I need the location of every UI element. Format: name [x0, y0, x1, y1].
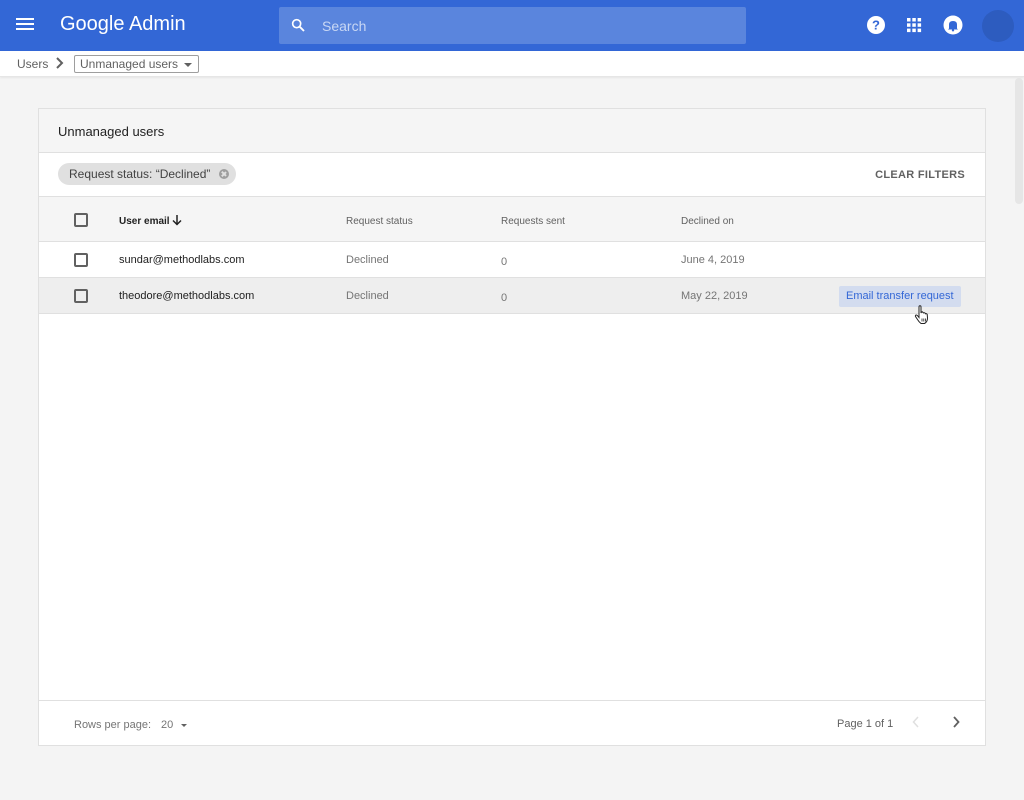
account-avatar[interactable] — [982, 10, 1014, 42]
filter-chip[interactable]: Request status: “Declined” — [58, 163, 237, 185]
table-header: User email Request status Requests sent … — [39, 197, 985, 242]
chevron-right-icon — [56, 57, 64, 69]
requests-sent: 0 — [501, 256, 508, 268]
filter-bar: Request status: “Declined” CLEAR FILTERS — [39, 153, 985, 197]
page-indicator: Page 1 of 1 — [837, 718, 894, 730]
row-checkbox[interactable] — [74, 289, 88, 303]
caret-down-icon — [184, 63, 193, 67]
app-title[interactable]: Google Admin — [60, 13, 186, 36]
sort-descending-icon[interactable] — [172, 214, 182, 226]
request-status: Declined — [346, 290, 389, 302]
rows-per-page-label: Rows per page: — [74, 719, 152, 731]
email-transfer-request-button[interactable]: Email transfer request — [839, 286, 961, 307]
apps-icon[interactable] — [904, 15, 924, 35]
column-header-requests-sent[interactable]: Requests sent — [501, 216, 565, 227]
column-header-declined-on[interactable]: Declined on — [681, 216, 734, 227]
requests-sent: 0 — [501, 292, 508, 304]
page-scrollbar[interactable] — [1015, 78, 1023, 204]
table-row[interactable]: sundar@methodlabs.com Declined 0 June 4,… — [39, 242, 985, 278]
search-icon[interactable] — [290, 17, 306, 33]
card-title: Unmanaged users — [58, 124, 165, 139]
declined-on: June 4, 2019 — [681, 254, 745, 266]
unmanaged-users-card: Unmanaged users Request status: “Decline… — [38, 108, 986, 746]
previous-page-icon[interactable] — [910, 714, 922, 730]
remove-filter-icon[interactable] — [219, 169, 230, 179]
search-bar[interactable] — [279, 7, 746, 44]
rows-per-page-value: 20 — [161, 719, 174, 731]
declined-on: May 22, 2019 — [681, 290, 748, 302]
hand-pointer-cursor-icon — [914, 305, 929, 324]
breadcrumb-current-dropdown[interactable]: Unmanaged users — [74, 55, 200, 73]
menu-icon[interactable] — [16, 16, 34, 34]
card-header: Unmanaged users — [39, 109, 985, 153]
request-status: Declined — [346, 254, 389, 266]
row-checkbox[interactable] — [74, 253, 88, 267]
next-page-icon[interactable] — [950, 714, 962, 730]
select-all-checkbox[interactable] — [74, 213, 88, 227]
notifications-icon[interactable] — [943, 15, 963, 35]
help-icon[interactable]: ? — [866, 15, 886, 35]
breadcrumb-current-label: Unmanaged users — [80, 57, 179, 71]
user-email: theodore@methodlabs.com — [119, 290, 255, 302]
pagination-footer: Rows per page: 20 Page 1 of 1 — [39, 700, 985, 745]
breadcrumb-users-link[interactable]: Users — [17, 57, 48, 71]
search-input[interactable] — [322, 7, 732, 44]
top-app-bar: Google Admin ? — [0, 0, 1024, 51]
breadcrumb: Users Unmanaged users — [0, 51, 1024, 77]
user-email: sundar@methodlabs.com — [119, 254, 245, 266]
filter-chip-label: Request status: “Declined” — [69, 167, 211, 181]
table-row[interactable]: theodore@methodlabs.com Declined 0 May 2… — [39, 278, 985, 324]
clear-filters-button[interactable]: CLEAR FILTERS — [875, 169, 965, 181]
caret-down-icon — [181, 724, 188, 727]
svg-text:?: ? — [872, 18, 880, 33]
rows-per-page-select[interactable]: 20 — [161, 719, 188, 731]
column-header-request-status[interactable]: Request status — [346, 216, 413, 227]
column-header-user-email[interactable]: User email — [119, 216, 170, 227]
